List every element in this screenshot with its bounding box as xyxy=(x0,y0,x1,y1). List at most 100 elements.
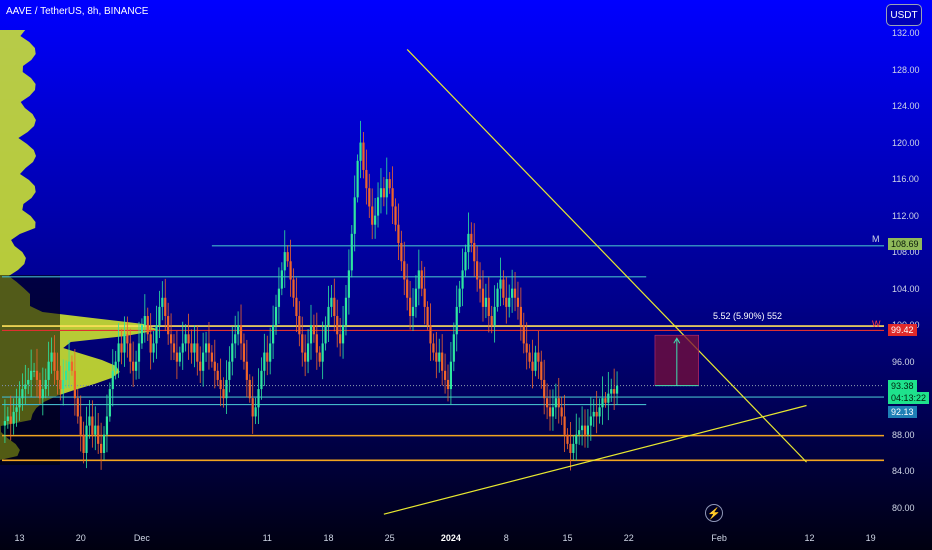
candle-body xyxy=(207,343,211,353)
candle-body xyxy=(167,316,170,335)
candle-body xyxy=(426,306,429,326)
candle-body xyxy=(65,370,68,380)
candle-body xyxy=(449,361,453,390)
y-tick-label: 96.00 xyxy=(892,356,915,367)
candle-body xyxy=(341,325,345,344)
candle-body xyxy=(423,288,426,307)
candle-body xyxy=(548,407,552,417)
candle-body xyxy=(333,297,336,317)
candle-body xyxy=(522,325,525,344)
candle-body xyxy=(458,288,461,307)
candle-body xyxy=(575,434,578,444)
candle-body xyxy=(540,361,543,380)
candle-body xyxy=(6,416,9,422)
candle-body xyxy=(70,361,74,371)
candle-body xyxy=(184,334,187,344)
candle-body xyxy=(269,343,272,362)
candle-body xyxy=(181,343,184,353)
candle-body xyxy=(339,334,342,344)
candle-body xyxy=(134,361,138,371)
candle-body xyxy=(202,352,205,371)
candle-body xyxy=(528,352,531,362)
candle-body xyxy=(496,288,499,307)
candle-body xyxy=(82,434,85,453)
candle-body xyxy=(516,297,520,307)
candle-body xyxy=(438,352,441,362)
x-tick-label: 15 xyxy=(562,533,573,543)
candle-body xyxy=(359,142,362,161)
x-tick-label: Dec xyxy=(133,533,150,543)
x-tick-label: 11 xyxy=(262,533,272,543)
currency-button[interactable]: USDT xyxy=(886,4,922,26)
candle-body xyxy=(105,416,109,435)
candle-body xyxy=(478,279,482,289)
candle-body xyxy=(583,425,587,435)
candle-body xyxy=(601,398,604,408)
candle-body xyxy=(578,430,581,435)
candle-body xyxy=(62,379,65,390)
candle-body xyxy=(432,343,435,353)
candle-body xyxy=(546,398,549,408)
candle-body xyxy=(592,411,595,417)
candle-body xyxy=(76,398,79,417)
candle-body xyxy=(394,206,397,225)
candle-body xyxy=(178,352,181,362)
candle-body xyxy=(301,334,304,353)
candle-body xyxy=(551,407,555,417)
candle-body xyxy=(330,297,333,307)
candle-body xyxy=(385,179,388,198)
candle-body xyxy=(580,425,584,431)
candle-body xyxy=(455,306,458,335)
candle-body xyxy=(365,169,368,189)
symbol-title[interactable]: AAVE / TetherUS, 8h, BINANCE xyxy=(6,6,148,17)
candle-body xyxy=(100,443,103,453)
candle-body xyxy=(344,297,348,326)
x-tick-label: 25 xyxy=(384,533,395,543)
candle-body xyxy=(318,352,321,362)
candle-body xyxy=(199,361,202,371)
candle-body xyxy=(420,270,423,289)
candle-body xyxy=(397,224,400,243)
y-tick-label: 88.00 xyxy=(892,429,915,440)
lightning-bolt-icon[interactable]: ⚡ xyxy=(705,504,723,522)
candle-body xyxy=(172,343,176,353)
candle-body xyxy=(589,416,592,426)
candle-body xyxy=(586,425,590,435)
y-tick-label: 124.00 xyxy=(892,101,920,112)
candle-body xyxy=(417,270,420,289)
candle-body xyxy=(534,352,537,371)
candle-body xyxy=(149,334,152,353)
candle-body xyxy=(222,389,225,399)
x-tick-label: 22 xyxy=(623,533,634,543)
candle-body xyxy=(73,370,76,399)
candle-body xyxy=(97,425,100,444)
candle-body xyxy=(225,379,228,399)
candle-body xyxy=(213,361,216,371)
countdown-badge: 04:13:22 xyxy=(888,392,930,404)
candle-body xyxy=(277,288,281,307)
candle-body xyxy=(9,416,12,424)
candle-body xyxy=(44,379,47,390)
candle-body xyxy=(598,407,601,417)
chart-canvas[interactable] xyxy=(0,0,932,550)
level-108-badge: 108.69 xyxy=(888,238,922,250)
candle-body xyxy=(292,279,295,298)
candle-body xyxy=(15,407,18,412)
candle-body xyxy=(187,334,190,344)
candle-body xyxy=(59,379,62,390)
candle-body xyxy=(228,361,231,380)
candle-body xyxy=(604,398,607,403)
candle-body xyxy=(245,361,248,380)
chart-background xyxy=(0,0,932,550)
candle-body xyxy=(190,343,193,353)
candle-body xyxy=(283,252,286,271)
candle-body xyxy=(175,352,178,362)
candle-body xyxy=(543,379,546,399)
candle-body xyxy=(114,361,117,371)
candle-body xyxy=(234,334,237,344)
candle-body xyxy=(24,384,27,390)
candle-body xyxy=(21,389,24,399)
candle-body xyxy=(67,361,71,371)
candle-body xyxy=(126,334,129,344)
candle-body xyxy=(569,443,572,453)
